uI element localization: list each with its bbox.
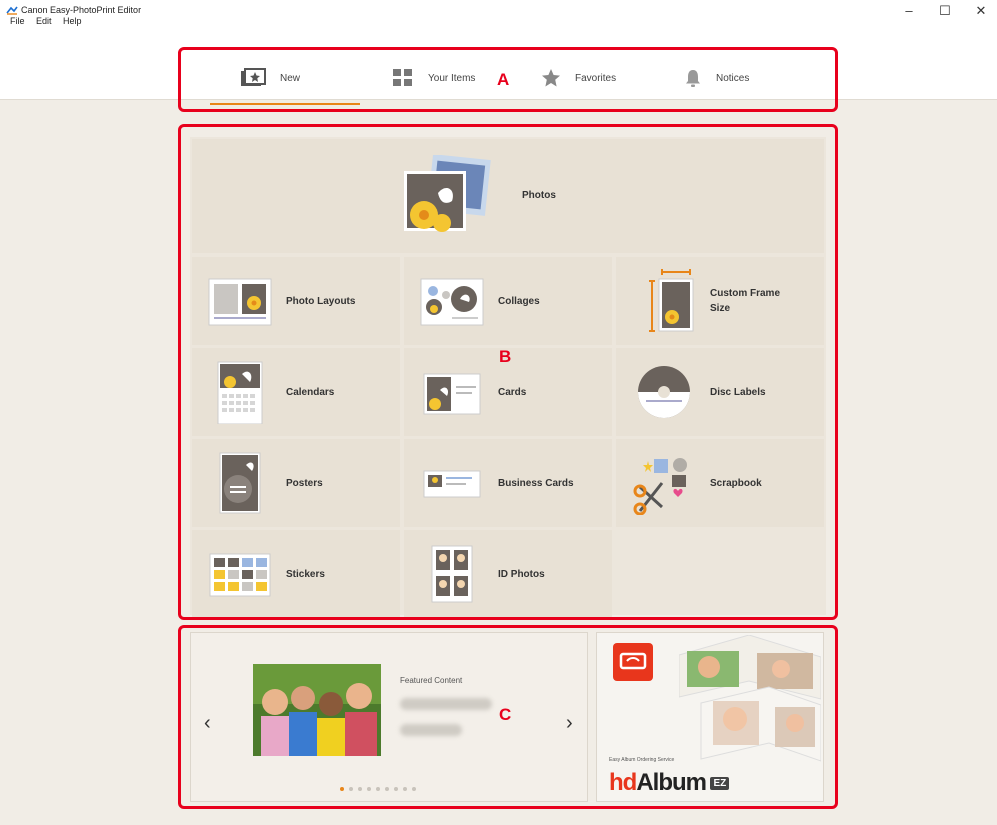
- menu-edit[interactable]: Edit: [36, 16, 52, 26]
- annotation-label-a: A: [497, 70, 510, 89]
- menu-help[interactable]: Help: [63, 16, 82, 26]
- close-button[interactable]: ✕: [961, 0, 997, 22]
- title-bar: Canon Easy-PhotoPrint Editor – ☐ ✕: [0, 0, 997, 22]
- maximize-button[interactable]: ☐: [925, 0, 965, 22]
- annotation-box-b: [178, 124, 838, 620]
- app-logo-icon: [6, 5, 18, 15]
- window-title: Canon Easy-PhotoPrint Editor: [21, 5, 142, 15]
- annotation-label-b: B: [499, 347, 512, 366]
- menu-bar: [0, 22, 997, 44]
- menu-file[interactable]: File: [10, 16, 25, 26]
- annotation-label-c: C: [499, 705, 512, 724]
- minimize-button[interactable]: –: [889, 0, 929, 22]
